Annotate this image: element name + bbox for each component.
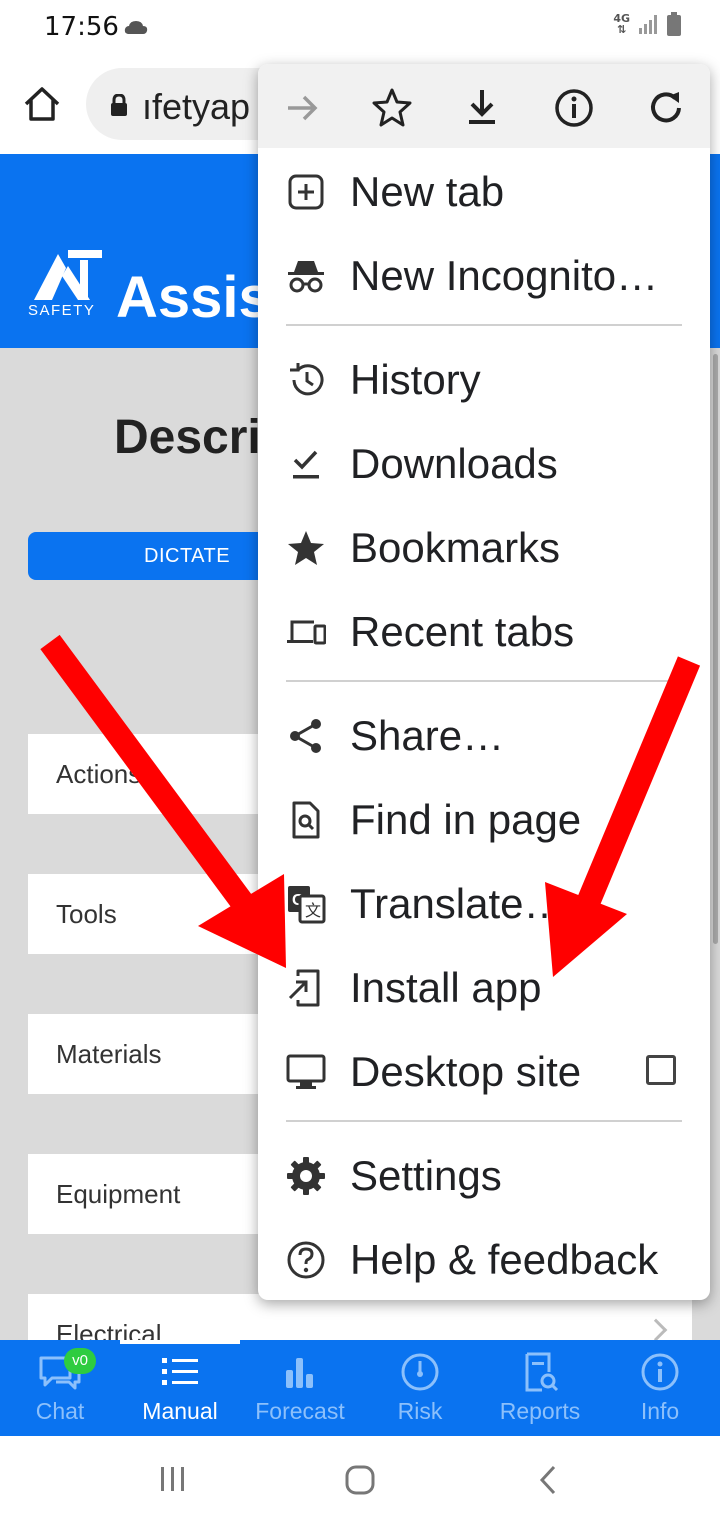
- menu-item-label: Help & feedback: [350, 1236, 659, 1283]
- list-icon: [162, 1358, 198, 1385]
- desktop-site-checkbox[interactable]: [646, 1055, 676, 1085]
- page-heading: Descri: [114, 411, 261, 464]
- menu-item-new-incognito[interactable]: New Incognito…: [258, 234, 710, 318]
- status-time: 17:56: [44, 12, 119, 42]
- menu-item-recent-tabs[interactable]: Recent tabs: [258, 590, 710, 674]
- category-electrical[interactable]: Electrical: [28, 1294, 692, 1340]
- bottom-navigation: v0 Chat Manual Forecast Risk Reports Inf…: [0, 1340, 720, 1436]
- download-icon[interactable]: [458, 84, 506, 132]
- nav-chat[interactable]: v0 Chat: [0, 1340, 120, 1436]
- menu-item-bookmarks[interactable]: Bookmarks: [258, 506, 710, 590]
- category-label: Electrical: [56, 1319, 162, 1340]
- menu-item-label: Bookmarks: [350, 524, 561, 571]
- menu-item-label: Downloads: [350, 440, 558, 487]
- nav-forecast[interactable]: Forecast: [240, 1340, 360, 1436]
- menu-item-help-feedback[interactable]: Help & feedback: [258, 1218, 710, 1300]
- cloud-icon: [124, 21, 148, 34]
- menu-item-new-tab[interactable]: New tab: [258, 150, 710, 234]
- nav-label: Chat: [35, 1398, 85, 1424]
- find-in-page-icon: [292, 801, 320, 839]
- status-bar: 17:56 4G ⇅: [0, 0, 720, 56]
- menu-item-label: Share…: [350, 712, 505, 759]
- forward-icon[interactable]: [278, 84, 326, 132]
- install-app-icon: [288, 969, 320, 1007]
- help-icon: [287, 1241, 325, 1279]
- signal-icon: [639, 15, 657, 34]
- status-indicators: 4G ⇅: [613, 12, 682, 36]
- home-icon[interactable]: [22, 84, 62, 124]
- category-label: Actions: [56, 759, 142, 789]
- gear-icon: [287, 1157, 325, 1195]
- page-info-icon[interactable]: [550, 84, 598, 132]
- nav-reports[interactable]: Reports: [480, 1340, 600, 1436]
- page-scrollbar[interactable]: [713, 354, 718, 944]
- menu-item-label: Recent tabs: [350, 608, 575, 655]
- download-check-icon: [293, 450, 319, 479]
- chat-badge: v0: [64, 1348, 96, 1374]
- incognito-icon: [288, 261, 324, 293]
- menu-item-desktop-site[interactable]: Desktop site: [258, 1030, 710, 1114]
- system-navigation-bar: [0, 1436, 720, 1520]
- menu-item-downloads[interactable]: Downloads: [258, 422, 710, 506]
- app-title: Assis: [116, 265, 271, 330]
- menu-item-label: Find in page: [350, 796, 582, 843]
- menu-divider: [286, 324, 682, 326]
- menu-item-translate[interactable]: G 文 Translate…: [258, 862, 710, 946]
- menu-item-settings[interactable]: Settings: [258, 1134, 710, 1218]
- menu-item-find-in-page[interactable]: Find in page: [258, 778, 710, 862]
- report-search-icon: [525, 1352, 559, 1392]
- menu-item-label: Install app: [350, 964, 542, 1011]
- menu-item-label: New tab: [350, 168, 505, 215]
- lock-icon: [111, 94, 127, 116]
- devices-icon: [287, 620, 326, 645]
- category-label: Tools: [56, 899, 117, 929]
- monitor-icon: [286, 1054, 326, 1089]
- menu-item-label: New Incognito…: [350, 252, 659, 299]
- chevron-right-icon: [644, 1318, 668, 1340]
- nav-label: Risk: [397, 1398, 443, 1424]
- plus-box-icon: [288, 174, 324, 210]
- nav-label: Manual: [142, 1398, 218, 1424]
- menu-item-label: Translate…: [350, 880, 566, 927]
- url-text: ıfetyap: [142, 86, 251, 127]
- menu-item-label: Settings: [350, 1152, 502, 1199]
- menu-item-install-app[interactable]: Install app: [258, 946, 710, 1030]
- nav-manual[interactable]: Manual: [120, 1340, 240, 1436]
- menu-divider: [286, 680, 682, 682]
- menu-item-label: Desktop site: [350, 1048, 582, 1095]
- recent-apps-icon[interactable]: [158, 1464, 188, 1494]
- menu-toolbar: [258, 64, 710, 148]
- nav-risk[interactable]: Risk: [360, 1340, 480, 1436]
- menu-item-label: History: [350, 356, 481, 403]
- home-button-icon[interactable]: [344, 1464, 376, 1496]
- star-outline-icon[interactable]: [368, 84, 416, 132]
- star-icon: [288, 531, 324, 565]
- category-label: Materials: [56, 1039, 162, 1069]
- menu-divider: [286, 1120, 682, 1122]
- category-label: Equipment: [56, 1179, 181, 1209]
- nav-info[interactable]: Info: [600, 1340, 720, 1436]
- bar-chart-icon: [286, 1358, 313, 1388]
- data-arrows-icon: ⇅: [617, 23, 627, 36]
- gauge-icon: [401, 1353, 439, 1391]
- svg-text:文: 文: [305, 901, 321, 920]
- browser-overflow-menu: New tab New Incognito… History Downloads: [258, 64, 710, 1300]
- logo-text: SAFETY: [28, 302, 96, 319]
- nav-label: Info: [640, 1398, 680, 1424]
- nav-label: Reports: [499, 1398, 581, 1424]
- menu-item-share[interactable]: Share…: [258, 694, 710, 778]
- refresh-icon[interactable]: [642, 84, 690, 132]
- battery-icon: [667, 12, 681, 36]
- history-icon: [290, 363, 324, 396]
- share-icon: [290, 719, 321, 753]
- info-icon: [641, 1353, 679, 1391]
- menu-item-history[interactable]: History: [258, 338, 710, 422]
- network-indicator: 4G ⇅: [613, 13, 630, 35]
- nav-label: Forecast: [255, 1398, 345, 1424]
- translate-icon: G 文: [288, 886, 326, 924]
- back-icon[interactable]: [536, 1464, 560, 1496]
